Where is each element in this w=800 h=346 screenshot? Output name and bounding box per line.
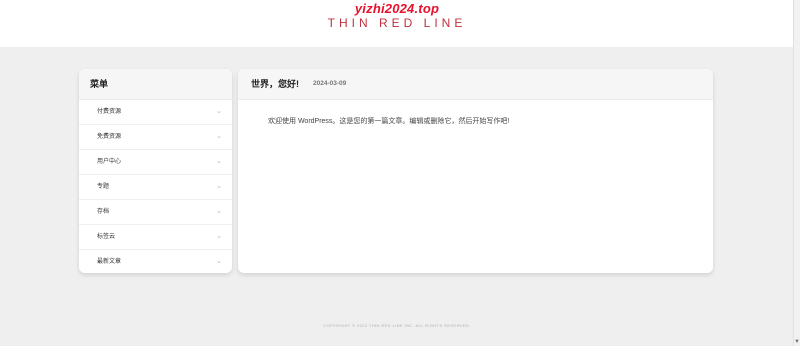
sidebar-item-label: 存档	[97, 209, 110, 215]
chevron-down-icon: ⌄	[216, 258, 222, 265]
post-date: 2024-03-09	[313, 80, 347, 87]
sidebar-item-user-center[interactable]: 用户中心 ⌄	[79, 150, 232, 175]
sidebar-item-label: 付费资源	[97, 109, 122, 115]
sidebar-item-label: 用户中心	[97, 159, 122, 165]
chevron-down-icon: ⌄	[216, 133, 222, 140]
sidebar-item-archive[interactable]: 存档 ⌄	[79, 200, 232, 225]
site-logo[interactable]: THIN RED LINE	[0, 16, 794, 30]
sidebar-item-paid-resources[interactable]: 付费资源 ⌄	[79, 100, 232, 125]
post-body: 欢迎使用 WordPress。这是您的第一篇文章。编辑或删除它，然后开始写作吧!	[268, 118, 510, 125]
sidebar-item-label: 免费资源	[97, 134, 122, 140]
chevron-down-icon: ⌄	[216, 233, 222, 240]
chevron-down-icon: ⌄	[216, 208, 222, 215]
sidebar-item-latest-posts[interactable]: 最新文章 ⌄	[79, 250, 232, 273]
post-header: 世界，您好! 2024-03-09	[238, 69, 713, 100]
chevron-down-icon: ⌄	[216, 108, 222, 115]
scroll-down-arrow-icon[interactable]: ▼	[794, 338, 800, 346]
sidebar-item-topics[interactable]: 专题 ⌄	[79, 175, 232, 200]
sidebar-item-free-resources[interactable]: 免费资源 ⌄	[79, 125, 232, 150]
chevron-down-icon: ⌄	[216, 158, 222, 165]
watermark-text: yizhi2024.top	[354, 1, 440, 16]
chevron-down-icon: ⌄	[216, 183, 222, 190]
sidebar-item-tag-cloud[interactable]: 标签云 ⌄	[79, 225, 232, 250]
post-card: 世界，您好! 2024-03-09 欢迎使用 WordPress。这是您的第一篇…	[238, 69, 713, 273]
page-scrollbar[interactable]: ▼	[793, 0, 800, 346]
site-header: yizhi2024.top THIN RED LINE	[0, 0, 794, 47]
sidebar-item-label: 最新文章	[97, 259, 122, 265]
sidebar-menu: 菜单 付费资源 ⌄ 免费资源 ⌄ 用户中心 ⌄ 专题 ⌄ 存档 ⌄ 标签云 ⌄ …	[79, 69, 232, 273]
menu-title: 菜单	[79, 69, 232, 100]
sidebar-item-label: 专题	[97, 184, 110, 190]
sidebar-item-label: 标签云	[97, 234, 116, 240]
footer-copyright: COPYRIGHT © 2022 THIN RED LINE INC. ALL …	[323, 323, 471, 328]
post-title[interactable]: 世界，您好!	[251, 69, 299, 99]
